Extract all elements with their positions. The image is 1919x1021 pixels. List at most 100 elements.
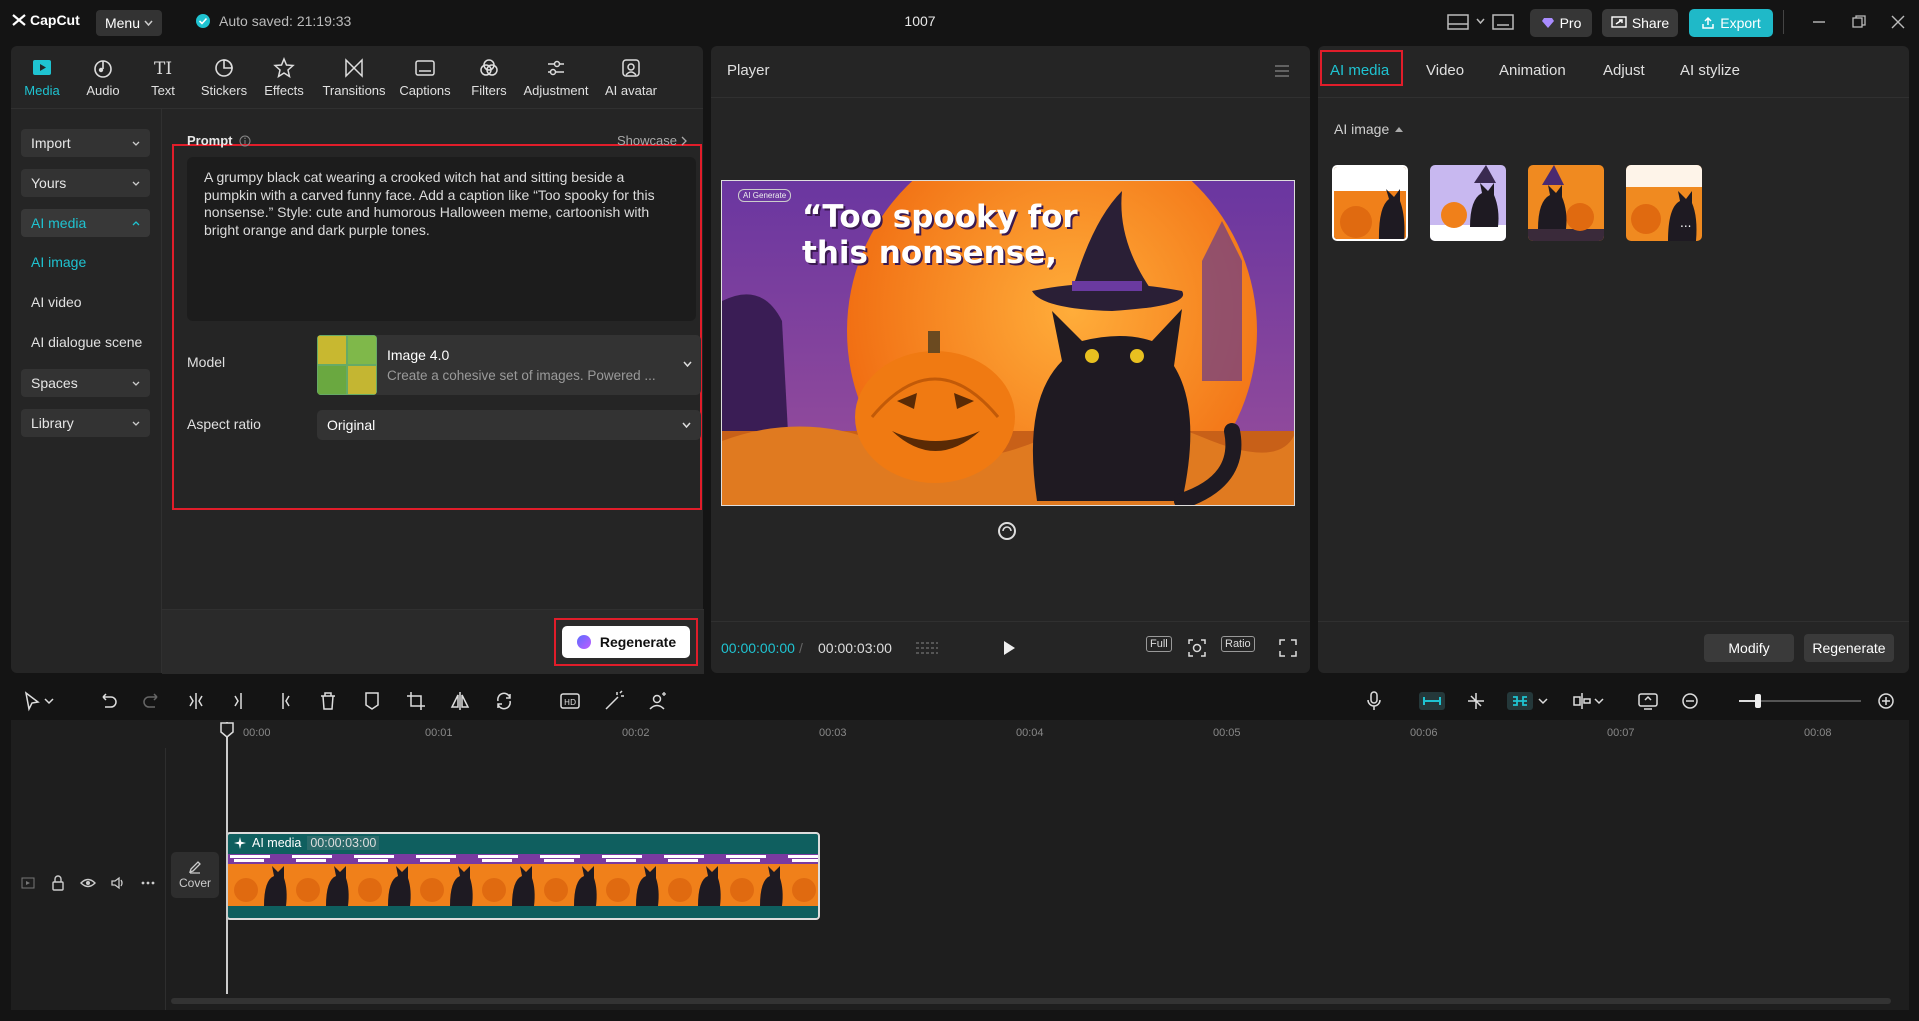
prompt-textarea[interactable]: A grumpy black cat wearing a crooked wit… bbox=[187, 157, 696, 321]
modify-button[interactable]: Modify bbox=[1704, 634, 1794, 662]
preview-axis-icon[interactable] bbox=[1571, 690, 1593, 712]
chevron-down-icon bbox=[132, 381, 140, 386]
rotate-icon[interactable] bbox=[997, 521, 1017, 541]
tab-ai-stylize[interactable]: AI stylize bbox=[1680, 62, 1740, 79]
rotate-icon[interactable] bbox=[493, 690, 515, 712]
generated-image-thumb[interactable] bbox=[1430, 165, 1506, 241]
lock-icon[interactable] bbox=[51, 875, 65, 891]
auto-snap-icon[interactable] bbox=[1465, 690, 1487, 712]
zoom-slider[interactable] bbox=[1739, 692, 1861, 710]
crop-icon[interactable] bbox=[405, 690, 427, 712]
aspect-ratio-select[interactable]: Original bbox=[317, 410, 701, 440]
undo-icon[interactable] bbox=[97, 690, 119, 712]
aspect-ratio-value: Original bbox=[327, 417, 376, 433]
ratio-button[interactable]: Ratio bbox=[1221, 636, 1255, 652]
chevron-down-icon[interactable] bbox=[1476, 18, 1485, 24]
layout-icon[interactable] bbox=[1447, 13, 1469, 31]
fullscreen-icon[interactable] bbox=[1279, 639, 1297, 657]
tab-video[interactable]: Video bbox=[1426, 62, 1464, 79]
tab-captions[interactable]: Captions bbox=[397, 52, 453, 98]
model-select[interactable]: Image 4.0 Create a cohesive set of image… bbox=[317, 335, 701, 395]
diamond-icon bbox=[1541, 18, 1554, 28]
svg-text:HD: HD bbox=[564, 698, 576, 707]
volume-icon[interactable] bbox=[110, 876, 126, 890]
playhead-handle[interactable] bbox=[220, 722, 234, 738]
tab-audio[interactable]: Audio bbox=[81, 52, 125, 98]
mirror-icon[interactable] bbox=[449, 690, 471, 712]
time-ruler[interactable]: 00:00 00:01 00:02 00:03 00:04 00:05 00:0… bbox=[11, 720, 1909, 748]
more-options-icon[interactable] bbox=[141, 881, 155, 885]
video-clip[interactable]: AI media 00:00:03:00 bbox=[226, 832, 820, 920]
tab-text[interactable]: TI Text bbox=[141, 52, 185, 98]
info-icon[interactable] bbox=[239, 135, 251, 147]
redo-icon[interactable] bbox=[141, 690, 163, 712]
generated-image-thumb[interactable]: ... bbox=[1626, 165, 1702, 241]
select-cursor-icon[interactable] bbox=[21, 690, 43, 712]
tab-adjust[interactable]: Adjust bbox=[1603, 62, 1645, 79]
regenerate-button[interactable]: Regenerate bbox=[562, 626, 690, 658]
timeline-scrollbar[interactable] bbox=[171, 998, 1891, 1004]
generated-image-thumb[interactable] bbox=[1528, 165, 1604, 241]
zoom-out-icon[interactable] bbox=[1679, 690, 1701, 712]
menu-button[interactable]: Menu bbox=[96, 10, 162, 36]
export-button[interactable]: Export bbox=[1689, 9, 1773, 37]
ai-person-icon[interactable] bbox=[647, 690, 669, 712]
close-icon[interactable] bbox=[1891, 15, 1905, 29]
tab-stickers[interactable]: Stickers bbox=[199, 52, 249, 98]
cover-button[interactable]: Cover bbox=[171, 852, 219, 898]
generated-image-thumb[interactable] bbox=[1332, 165, 1408, 241]
minimize-icon[interactable] bbox=[1812, 15, 1826, 29]
screenshot-icon[interactable] bbox=[1187, 638, 1207, 658]
delete-icon[interactable] bbox=[317, 690, 339, 712]
tab-filters[interactable]: Filters bbox=[467, 52, 511, 98]
sidebar-item-ai-image[interactable]: AI image bbox=[31, 254, 86, 270]
screen-cast-icon[interactable] bbox=[1637, 690, 1659, 712]
play-icon[interactable] bbox=[1002, 640, 1016, 656]
marker-icon[interactable] bbox=[361, 690, 383, 712]
eye-icon[interactable] bbox=[80, 877, 96, 889]
playhead[interactable] bbox=[226, 722, 228, 994]
sidebar-item-ai-video[interactable]: AI video bbox=[31, 294, 82, 310]
tab-ai-avatar[interactable]: AI avatar bbox=[601, 52, 661, 98]
tab-ai-media[interactable]: AI media bbox=[1330, 62, 1389, 79]
sidebar-item-ai-dialogue-scene[interactable]: AI dialogue scene bbox=[31, 334, 142, 350]
trim-left-icon[interactable] bbox=[229, 690, 251, 712]
magic-wand-icon[interactable] bbox=[603, 690, 625, 712]
sidebar-item-library[interactable]: Library bbox=[21, 409, 150, 437]
main-track-magnet-icon[interactable] bbox=[1419, 690, 1445, 712]
regenerate-button[interactable]: Regenerate bbox=[1804, 634, 1894, 662]
transitions-icon bbox=[345, 58, 363, 78]
tab-media[interactable]: Media bbox=[21, 52, 63, 98]
zoom-in-icon[interactable] bbox=[1875, 690, 1897, 712]
restore-icon[interactable] bbox=[1852, 15, 1866, 29]
video-preview[interactable]: AI Generate “Too spooky for this nonsens… bbox=[721, 180, 1295, 506]
chevron-down-icon[interactable] bbox=[1593, 690, 1605, 712]
trim-right-icon[interactable] bbox=[273, 690, 295, 712]
sidebar-item-import[interactable]: Import bbox=[21, 129, 150, 157]
waveform-icon[interactable] bbox=[914, 640, 940, 656]
sidebar-item-ai-media[interactable]: AI media bbox=[21, 209, 150, 237]
project-title[interactable]: 1007 bbox=[860, 13, 980, 29]
tab-adjustment[interactable]: Adjustment bbox=[521, 52, 591, 98]
hd-icon[interactable]: HD bbox=[559, 690, 581, 712]
tab-effects[interactable]: Effects bbox=[261, 52, 307, 98]
link-icon[interactable] bbox=[1507, 690, 1533, 712]
share-button[interactable]: Share bbox=[1602, 9, 1678, 37]
hamburger-menu-icon[interactable] bbox=[1274, 64, 1290, 78]
showcase-link[interactable]: Showcase bbox=[617, 133, 687, 148]
pro-button[interactable]: Pro bbox=[1530, 9, 1592, 37]
microphone-icon[interactable] bbox=[1363, 690, 1385, 712]
sidebar-item-yours[interactable]: Yours bbox=[21, 169, 150, 197]
split-icon[interactable] bbox=[185, 690, 207, 712]
tab-animation[interactable]: Animation bbox=[1499, 62, 1566, 79]
tab-transitions[interactable]: Transitions bbox=[321, 52, 387, 98]
chevron-down-icon[interactable] bbox=[43, 690, 55, 712]
audio-icon bbox=[94, 60, 112, 78]
captions-icon bbox=[415, 60, 435, 76]
full-button[interactable]: Full bbox=[1146, 636, 1172, 652]
ai-image-section-toggle[interactable]: AI image bbox=[1334, 121, 1404, 137]
track-type-icon bbox=[21, 877, 35, 889]
keyboard-icon[interactable] bbox=[1492, 13, 1514, 31]
sidebar-item-spaces[interactable]: Spaces bbox=[21, 369, 150, 397]
chevron-down-icon[interactable] bbox=[1537, 690, 1549, 712]
